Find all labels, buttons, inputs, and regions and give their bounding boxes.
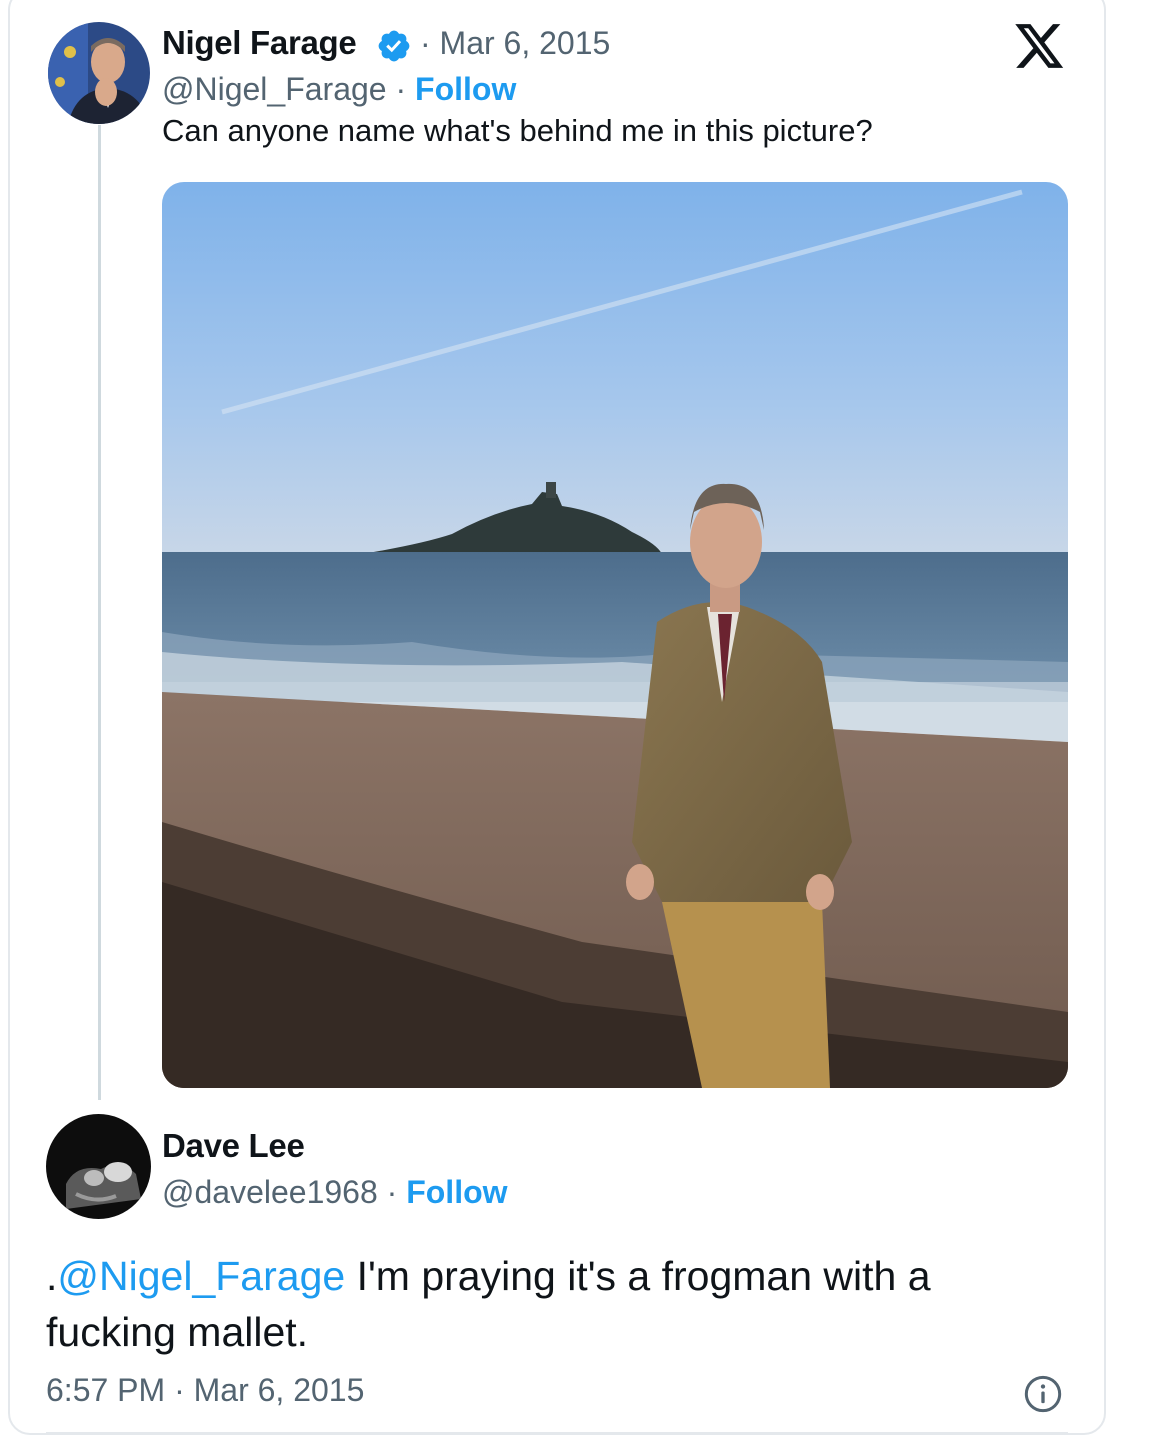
follow-button[interactable]: Follow <box>415 71 516 107</box>
x-logo-icon[interactable] <box>1015 24 1065 70</box>
tweet-date[interactable]: · Mar 6, 2015 <box>420 25 610 62</box>
bottom-divider <box>46 1432 1068 1434</box>
reply-follow-button[interactable]: Follow <box>406 1174 507 1210</box>
reply-handle-row: @davelee1968 · Follow <box>162 1174 508 1211</box>
reply-text: .@Nigel_Farage I'm praying it's a frogma… <box>46 1248 1066 1360</box>
reply-prefix: . <box>46 1253 58 1299</box>
author-handle[interactable]: @Nigel_Farage <box>162 71 387 107</box>
info-icon[interactable] <box>1023 1374 1063 1414</box>
reply-author-name[interactable]: Dave Lee <box>162 1127 305 1165</box>
separator-dot: · <box>377 1174 407 1210</box>
separator-dot: · <box>386 71 416 107</box>
thread-connector-line <box>98 125 101 1100</box>
avatar-nigel-farage[interactable] <box>48 22 150 124</box>
tweet-text: Can anyone name what's behind me in this… <box>162 113 873 148</box>
reply-timestamp[interactable]: 6:57 PM · Mar 6, 2015 <box>46 1372 364 1409</box>
reply-author-handle[interactable]: @davelee1968 <box>162 1174 378 1210</box>
author-name[interactable]: Nigel Farage <box>162 24 357 62</box>
reply-mention-link[interactable]: @Nigel_Farage <box>57 1253 345 1299</box>
avatar-dave-lee[interactable] <box>46 1114 151 1219</box>
tweet-photo[interactable] <box>162 182 1068 1088</box>
handle-row: @Nigel_Farage · Follow <box>162 71 516 108</box>
verified-badge-icon <box>378 30 410 62</box>
